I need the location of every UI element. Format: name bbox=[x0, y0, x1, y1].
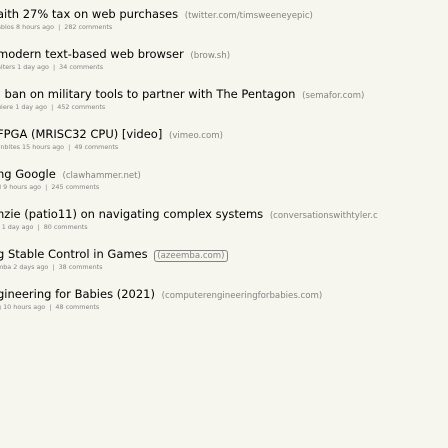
story-comments-link[interactable]: 49 comments bbox=[74, 143, 118, 151]
story-age[interactable]: 10 hours ago bbox=[3, 303, 45, 311]
story-item: g Stable Control in Games (azeemba.com) … bbox=[0, 240, 448, 280]
story-author[interactable]: ablos bbox=[0, 23, 14, 31]
story-site-link[interactable]: (clawhammer.net) bbox=[62, 171, 140, 181]
story-title-link[interactable]: modern text-based web browser bbox=[0, 47, 184, 61]
separator: | bbox=[52, 263, 55, 271]
story-comments-link[interactable]: 245 comments bbox=[51, 183, 99, 191]
story-author[interactable]: g bbox=[0, 303, 1, 311]
story-author[interactable]: mba bbox=[0, 263, 11, 271]
story-site-link[interactable]: (vimeo.com) bbox=[169, 131, 223, 141]
story-title-link[interactable]: ng Google bbox=[0, 167, 56, 181]
story-item: nzie (patio11) on navigating complex sys… bbox=[0, 200, 448, 240]
story-age[interactable]: 1 day ago bbox=[15, 103, 47, 111]
story-age[interactable]: 1 day ago bbox=[2, 223, 34, 231]
separator: | bbox=[58, 23, 61, 31]
story-author[interactable]: alters bbox=[0, 63, 15, 71]
story-item: modern text-based web browser (brow.sh) … bbox=[0, 40, 448, 80]
separator: | bbox=[52, 63, 56, 71]
story-comments-link[interactable]: 452 comments bbox=[57, 103, 105, 111]
story-site-link[interactable]: (conversationswithtyler.c bbox=[270, 211, 378, 221]
story-item: gineering for Babies (2021) (computereng… bbox=[0, 280, 448, 320]
story-age[interactable]: 2 days ago bbox=[13, 263, 48, 271]
story-comments-link[interactable]: 80 comments bbox=[44, 223, 88, 231]
separator: | bbox=[45, 183, 48, 191]
story-title-link[interactable]: FPGA (MRISC32 CPU) [video] bbox=[0, 127, 162, 141]
story-title-link[interactable]: aith 27% tax on web purchases bbox=[0, 7, 178, 21]
story-age[interactable]: 9 hours ago bbox=[3, 183, 41, 191]
story-title-link[interactable]: gineering for Babies (2021) bbox=[0, 287, 155, 301]
separator: | bbox=[49, 303, 52, 311]
story-comments-link[interactable]: 282 comments bbox=[64, 23, 112, 31]
story-title-link[interactable]: nzie (patio11) on navigating complex sys… bbox=[0, 207, 263, 221]
story-comments-link[interactable]: 34 comments bbox=[59, 63, 103, 71]
story-site-link[interactable]: (brow.sh) bbox=[190, 51, 230, 61]
story-item: FPGA (MRISC32 CPU) [video] (vimeo.com) s… bbox=[0, 120, 448, 160]
story-site-link[interactable]: (computerengineeringforbabies.com) bbox=[162, 291, 323, 301]
story-list: aith 27% tax on web purchases (twitter.c… bbox=[0, 0, 448, 320]
story-item: aith 27% tax on web purchases (twitter.c… bbox=[0, 0, 448, 40]
story-site-link[interactable]: (azeemba.com) bbox=[154, 250, 228, 262]
story-title-link[interactable]: g Stable Control in Games bbox=[0, 247, 148, 261]
story-author[interactable]: uiere bbox=[0, 103, 13, 111]
story-author[interactable]: snbites bbox=[0, 143, 20, 151]
story-age[interactable]: 15 hours ago bbox=[22, 143, 64, 151]
story-item: ng Google (clawhammer.net) d 9 hours ago… bbox=[0, 160, 448, 200]
separator: | bbox=[68, 143, 71, 151]
separator: | bbox=[51, 103, 54, 111]
story-title-link[interactable]: ; ban on military tools to partner with … bbox=[0, 87, 295, 101]
story-age[interactable]: 8 hours ago bbox=[16, 23, 54, 31]
story-site-link[interactable]: (semafor.com) bbox=[302, 91, 364, 101]
story-item: ; ban on military tools to partner with … bbox=[0, 80, 448, 120]
story-comments-link[interactable]: 38 comments bbox=[59, 263, 103, 271]
story-comments-link[interactable]: 48 comments bbox=[55, 303, 99, 311]
story-age[interactable]: 1 day ago bbox=[17, 63, 49, 71]
story-author[interactable]: d bbox=[0, 183, 1, 191]
story-site-link[interactable]: (twitter.com/timsweeneyepic) bbox=[185, 11, 313, 21]
separator: | bbox=[37, 223, 40, 231]
